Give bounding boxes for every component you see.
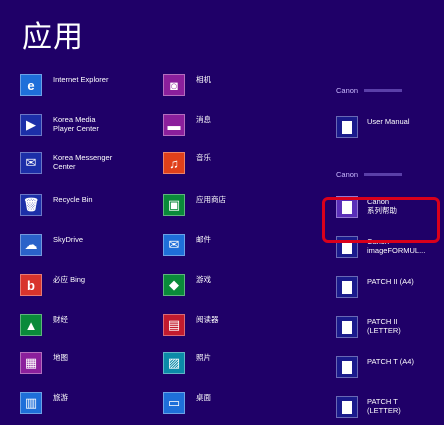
app-tile-skydrive[interactable]: ☁ SkyDrive [20,234,143,256]
app-tile-label: 旅游 [53,393,68,402]
app-tile-label: Korea Media Player Center [53,115,99,133]
camera-icon: ◙ [163,74,185,96]
app-tile-user-manual[interactable]: User Manual [336,116,444,138]
maps-icon: ▦ [20,352,42,374]
start-screen-apps-view: 应用 e Internet Explorer ▶ Korea Media Player… [0,0,444,425]
recycle-bin-icon: 🗑 [20,194,42,216]
patch-t-a4-icon [336,356,358,378]
app-tile-label: User Manual [367,117,410,126]
app-tile-patch-t-letter[interactable]: PATCH T (LETTER) [336,396,444,418]
app-tile-recycle-bin[interactable]: 🗑 Recycle Bin [20,194,143,216]
internet-explorer-icon: e [20,74,42,96]
store-icon: ▣ [163,194,185,216]
app-tile-label: 邮件 [196,235,211,244]
group-header-canon[interactable]: Canon [336,170,403,179]
group-header-label: Canon [336,170,359,179]
app-tile-desktop[interactable]: ▭ 桌面 [163,392,296,414]
media-player-icon: ▶ [20,114,42,136]
app-tile-camera[interactable]: ◙ 相机 [163,74,296,96]
app-tile-store[interactable]: ▣ 应用商店 [163,194,296,216]
app-tile-label: Internet Explorer [53,75,109,84]
app-tile-patch-ii-letter[interactable]: PATCH II (LETTER) [336,316,444,338]
app-tile-mail[interactable]: ✉ 邮件 [163,234,296,256]
group-header-canon[interactable]: Canon [336,86,403,95]
skydrive-icon: ☁ [20,234,42,256]
app-tile-label: 游戏 [196,275,211,284]
group-header-label: Canon [336,86,359,95]
mail-icon: ✉ [163,234,185,256]
app-tile-label: 音乐 [196,153,211,162]
app-tile-maps[interactable]: ▦ 地图 [20,352,143,374]
app-tile-music[interactable]: ♫ 音乐 [163,152,296,174]
app-tile-label: 消息 [196,115,211,124]
app-tile-games[interactable]: ◆ 游戏 [163,274,296,296]
app-tile-patch-ii-a4[interactable]: PATCH II (A4) [336,276,444,298]
user-manual-icon [336,116,358,138]
app-tile-label: 阅读器 [196,315,219,324]
app-tile-label: 相机 [196,75,211,84]
app-tile-label: PATCH T (A4) [367,357,414,366]
page-title: 应用 [22,20,84,55]
app-tile-internet-explorer[interactable]: e Internet Explorer [20,74,143,96]
selection-highlight [322,197,440,243]
desktop-icon: ▭ [163,392,185,414]
messaging-icon: ▬ [163,114,185,136]
app-tile-label: 应用商店 [196,195,226,204]
app-tile-media-player[interactable]: ▶ Korea Media Player Center [20,114,143,136]
messenger-icon: ✉ [20,152,42,174]
music-icon: ♫ [163,152,185,174]
patch-ii-letter-icon [336,316,358,338]
app-tile-label: PATCH II (LETTER) [367,317,401,335]
app-tile-label: 财经 [53,315,68,324]
games-icon: ◆ [163,274,185,296]
app-tile-label: 照片 [196,353,211,362]
app-tile-label: 桌面 [196,393,211,402]
app-tile-label: SkyDrive [53,235,84,244]
app-tile-reader[interactable]: ▤ 阅读器 [163,314,296,336]
reader-icon: ▤ [163,314,185,336]
app-tile-patch-t-a4[interactable]: PATCH T (A4) [336,356,444,378]
app-tile-label: Recycle Bin [53,195,93,204]
app-tile-travel[interactable]: ▥ 旅游 [20,392,143,414]
bing-icon: b [20,274,42,296]
photos-icon: ▨ [163,352,185,374]
app-tile-finance[interactable]: ▲ 财经 [20,314,143,336]
group-header-redaction [364,89,403,92]
app-tile-label: 地图 [53,353,68,362]
patch-t-letter-icon [336,396,358,418]
app-tile-label: 必应 Bing [53,275,86,284]
app-tile-bing[interactable]: b 必应 Bing [20,274,143,296]
finance-icon: ▲ [20,314,42,336]
group-header-redaction [364,173,403,176]
patch-ii-a4-icon [336,276,358,298]
app-tile-label: Korea Messenger Center [53,153,113,171]
app-tile-photos[interactable]: ▨ 照片 [163,352,296,374]
app-tile-messaging[interactable]: ▬ 消息 [163,114,296,136]
app-tile-label: PATCH II (A4) [367,277,414,286]
app-tile-label: PATCH T (LETTER) [367,397,401,415]
travel-icon: ▥ [20,392,42,414]
app-tile-messenger[interactable]: ✉ Korea Messenger Center [20,152,143,174]
